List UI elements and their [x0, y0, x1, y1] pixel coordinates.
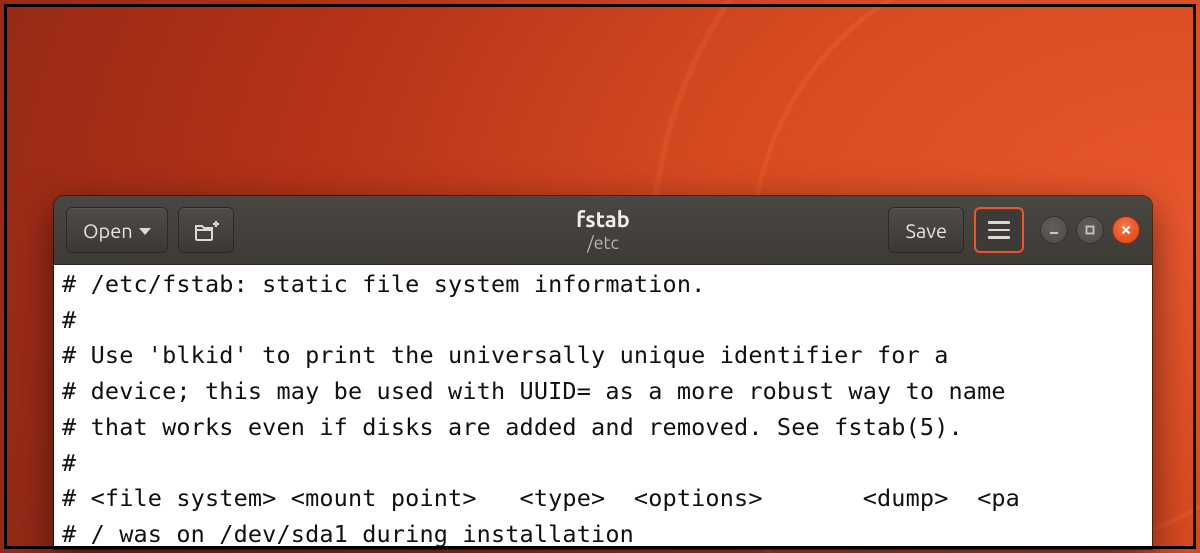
file-path: /etc	[576, 233, 630, 254]
maximize-icon	[1084, 224, 1096, 236]
file-content[interactable]: # /etc/fstab: static file system informa…	[54, 265, 1152, 549]
hamburger-menu-icon	[988, 221, 1010, 239]
minimize-icon	[1048, 224, 1060, 236]
editor-viewport[interactable]: # /etc/fstab: static file system informa…	[54, 265, 1152, 549]
open-button-label: Open	[83, 219, 133, 242]
file-title: fstab	[576, 207, 630, 232]
maximize-button[interactable]	[1076, 216, 1104, 244]
hamburger-menu-button[interactable]	[974, 207, 1024, 253]
gedit-window: Open fstab /etc Save	[54, 196, 1152, 549]
close-button[interactable]	[1112, 216, 1140, 244]
save-button[interactable]: Save	[888, 207, 964, 253]
new-tab-button[interactable]	[178, 207, 234, 253]
minimize-button[interactable]	[1040, 216, 1068, 244]
close-icon	[1120, 224, 1132, 236]
new-tab-icon	[193, 219, 219, 241]
window-titlebar: Open fstab /etc Save	[54, 196, 1152, 265]
chevron-down-icon	[139, 228, 151, 235]
save-button-label: Save	[905, 219, 947, 242]
open-button[interactable]: Open	[66, 207, 168, 253]
window-title-block: fstab /etc	[576, 207, 630, 254]
window-controls	[1040, 216, 1140, 244]
